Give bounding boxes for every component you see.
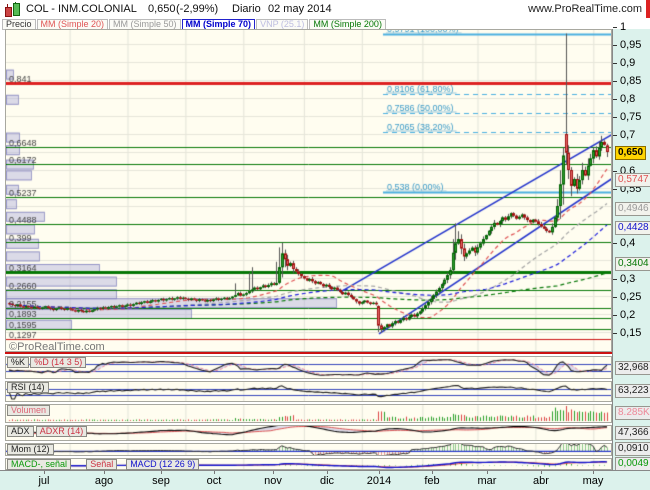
month-label-jul: jul — [38, 475, 49, 487]
month-label-may: may — [583, 475, 604, 487]
panel-chip-macd[interactable]: MACD (12 26 9) — [126, 459, 199, 470]
instrument-candlestick-icon — [4, 2, 20, 16]
panel-chip-stoch[interactable]: %D (14 3 5) — [30, 357, 86, 368]
month-tick — [44, 471, 45, 474]
price-tick-mark — [613, 117, 617, 118]
title-bar: COL - INM.COLONIAL 0,650 (-2,99%) Diario… — [0, 0, 650, 18]
month-tick — [104, 471, 105, 474]
panel-chip-volume[interactable]: Volumen — [7, 405, 50, 416]
panel-chip-rsi[interactable]: RSI (14) — [7, 382, 49, 393]
momentum-panel[interactable]: Mom (12) — [5, 443, 612, 456]
price-value-box-03404: 0,3404 — [615, 257, 650, 271]
panel-chip-adx[interactable]: ADXR (14) — [36, 426, 88, 437]
month-label-abr: abr — [533, 475, 549, 487]
price-tick-label: 0,8 — [620, 93, 635, 105]
month-label-dic: dic — [320, 475, 334, 487]
month-label-2014: 2014 — [367, 475, 391, 487]
price-tick-mark — [613, 333, 617, 334]
price-tick-mark — [613, 243, 617, 244]
month-tick — [432, 471, 433, 474]
window-edge-accent — [646, 0, 650, 18]
price-tick-label: 0,25 — [620, 291, 641, 303]
month-tick — [273, 471, 274, 474]
month-label-feb: feb — [424, 475, 439, 487]
price-tick-label: 0,4 — [620, 237, 635, 249]
indicator-value-adx: 47,366 — [615, 426, 650, 440]
price-tick-mark — [613, 135, 617, 136]
month-label-nov: nov — [264, 475, 282, 487]
price-tick-mark — [613, 27, 617, 28]
price-tick-mark — [613, 279, 617, 280]
price-value-box-05747: 0,5747 — [615, 173, 650, 187]
price-tick-label: 0,7 — [620, 129, 635, 141]
timeframe-label: Diario — [232, 3, 261, 15]
price-tick-label: 0,75 — [620, 111, 641, 123]
rsi-canvas[interactable] — [6, 382, 611, 401]
month-tick — [541, 471, 542, 474]
last-price: 0,650 — [148, 3, 176, 15]
price-tick-label: 0,95 — [620, 39, 641, 51]
stochastic-panel[interactable]: %K%D (14 3 5) — [5, 356, 612, 379]
price-tick-mark — [613, 63, 617, 64]
session-date: 02 may 2014 — [268, 3, 332, 15]
prorealtime-chart-window: COL - INM.COLONIAL 0,650 (-2,99%) Diario… — [0, 0, 650, 490]
volume-canvas[interactable] — [6, 405, 611, 422]
price-tick-mark — [613, 99, 617, 100]
panel-chip-stoch[interactable]: %K — [7, 357, 29, 368]
price-tick-label: 0,85 — [620, 75, 641, 87]
price-tick-label: 1 — [620, 21, 626, 33]
adx-panel[interactable]: ADXADXR (14) — [5, 425, 612, 441]
month-label-oct: oct — [207, 475, 222, 487]
volume-panel[interactable]: Volumen — [5, 404, 612, 423]
price-change: (-2,99%) — [176, 3, 218, 15]
month-tick — [327, 471, 328, 474]
month-label-sep: sep — [152, 475, 170, 487]
price-tick-label: 0,3 — [620, 273, 635, 285]
price-value-box-0650: 0,650 — [615, 146, 646, 160]
indicator-value-macd: 0,0049 — [615, 457, 650, 471]
price-value-box-04946: 0,4946 — [615, 202, 650, 216]
price-tick-mark — [613, 297, 617, 298]
month-label-ago: ago — [95, 475, 113, 487]
indicator-value-volume: 8.285K — [615, 406, 650, 420]
indicator-value-rsi: 63,223 — [615, 384, 650, 398]
price-tick-mark — [613, 315, 617, 316]
price-tick-mark — [613, 189, 617, 190]
price-chart-panel[interactable]: ©ProRealTime.com — [5, 29, 612, 352]
price-tick-mark — [613, 81, 617, 82]
rsi-panel[interactable]: RSI (14) — [5, 381, 612, 402]
panel-chip-mom[interactable]: Mom (12) — [7, 444, 54, 455]
watermark: ©ProRealTime.com — [9, 341, 105, 353]
stochastic-canvas[interactable] — [6, 357, 611, 378]
month-label-mar: mar — [478, 475, 497, 487]
panel-chip-macd[interactable]: Señal — [86, 459, 117, 470]
price-tick-mark — [613, 45, 617, 46]
price-axis[interactable]: 10,950,90,850,80,750,70,60,550,40,30,250… — [612, 29, 650, 490]
macd-panel[interactable]: MACD-, señal Señal MACD (12 26 9) — [5, 458, 612, 470]
panel-chip-adx[interactable]: ADX — [7, 426, 34, 437]
month-tick — [593, 471, 594, 474]
month-tick — [161, 471, 162, 474]
price-tick-label: 0,15 — [620, 327, 641, 339]
instrument-name: COL - INM.COLONIAL — [26, 3, 137, 15]
panel-chip-macd[interactable]: MACD-, señal — [7, 459, 71, 470]
month-tick — [214, 471, 215, 474]
price-chart-canvas[interactable] — [6, 30, 611, 351]
price-tick-label: 0,2 — [620, 309, 635, 321]
month-tick — [379, 471, 380, 474]
momentum-canvas[interactable] — [6, 444, 611, 455]
adx-canvas[interactable] — [6, 426, 611, 440]
price-tick-mark — [613, 171, 617, 172]
price-tick-label: 0,9 — [620, 57, 635, 69]
time-axis[interactable]: jul ago sep oct nov dic 2014 feb mar abr may — [0, 470, 650, 490]
prorealtime-url: www.ProRealTime.com — [528, 3, 642, 15]
indicator-value-mom: 0,0910 — [615, 442, 650, 456]
price-value-box-04428: 0,4428 — [615, 221, 650, 235]
month-tick — [487, 471, 488, 474]
indicator-value-stoch: 32,968 — [615, 361, 650, 375]
